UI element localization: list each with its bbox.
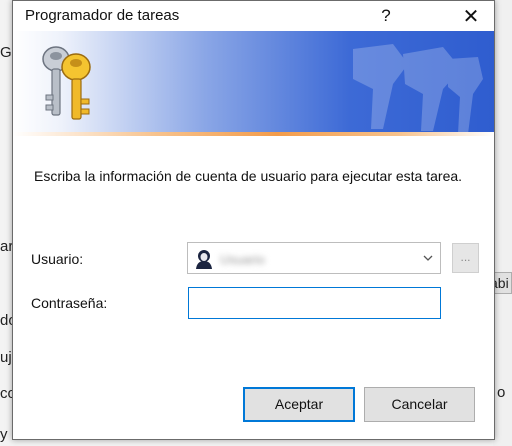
background-text: o bbox=[497, 384, 506, 401]
close-button[interactable]: ✕ bbox=[448, 1, 494, 31]
cancel-button[interactable]: Cancelar bbox=[364, 387, 475, 422]
background-text: y bbox=[0, 426, 8, 443]
chevron-down-icon[interactable] bbox=[423, 253, 433, 263]
keys-icon bbox=[42, 46, 91, 120]
instruction-text: Escriba la información de cuenta de usua… bbox=[34, 168, 463, 184]
password-label: Contraseña: bbox=[31, 295, 108, 311]
close-icon: ✕ bbox=[462, 5, 480, 28]
background-text: G bbox=[0, 44, 12, 61]
header-banner bbox=[13, 31, 494, 134]
help-button[interactable]: ? bbox=[363, 1, 409, 31]
user-label: Usuario: bbox=[31, 251, 84, 267]
browse-user-button[interactable]: ... bbox=[452, 243, 479, 273]
credentials-dialog: Programador de tareas ? ✕ Escriba la inf… bbox=[12, 0, 495, 440]
title-bar: Programador de tareas ? ✕ bbox=[13, 1, 494, 31]
user-avatar-icon bbox=[196, 250, 212, 269]
keys-watermark-icon bbox=[353, 44, 483, 134]
window-title: Programador de tareas bbox=[25, 7, 180, 24]
background-panel bbox=[493, 0, 512, 446]
user-value: Usuario bbox=[220, 252, 265, 267]
background-text: uj bbox=[0, 349, 12, 366]
user-combobox[interactable]: Usuario bbox=[187, 242, 441, 274]
password-field[interactable] bbox=[188, 287, 441, 319]
accept-button[interactable]: Aceptar bbox=[243, 387, 355, 422]
banner-accent-line bbox=[13, 132, 494, 136]
help-icon: ? bbox=[381, 6, 391, 25]
